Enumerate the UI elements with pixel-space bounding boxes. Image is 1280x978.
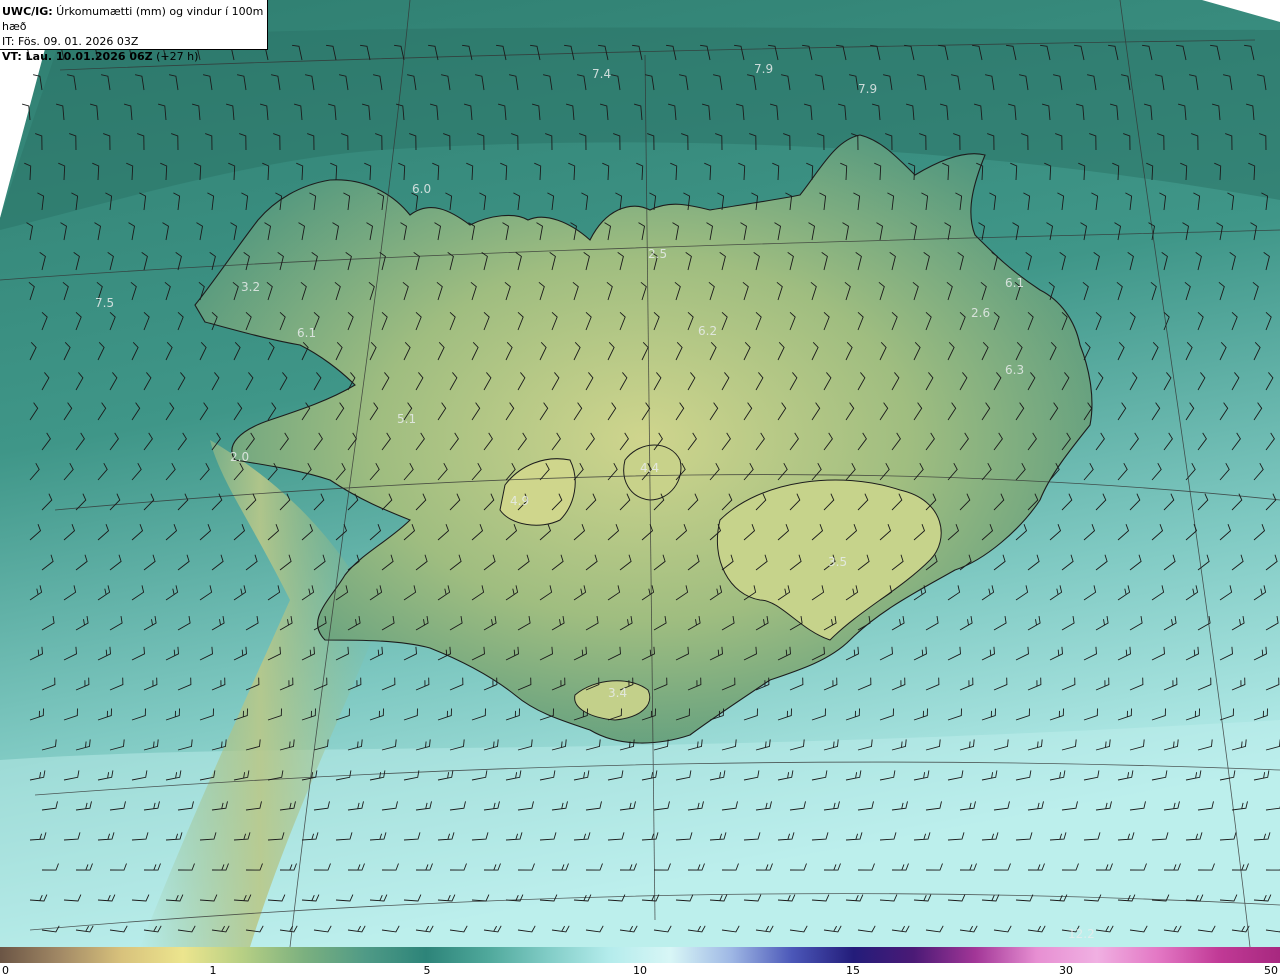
precipitation-wind-map: 7.4 7.9 7.9 6.0 2.5 3.2 7.5 6.1 6.2 6.1 … (0, 0, 1280, 947)
map-label: 2.6 (971, 306, 990, 320)
colorbar-strip (0, 947, 1280, 963)
title-line: UWC/IG: Úrkomumætti (mm) og vindur í 100… (2, 4, 267, 34)
map-label: 4.4 (640, 461, 659, 475)
colorbar-tick: 0 (2, 964, 9, 977)
map-label: 6.3 (1005, 363, 1024, 377)
valid-time-line: VT: Lau. 10.01.2026 06Z (+27 h) (2, 49, 267, 64)
colorbar-tick: 50 (1264, 964, 1278, 977)
colorbar-tick: 1 (209, 964, 217, 977)
map-label: 7.5 (95, 296, 114, 310)
map-label: 3.5 (828, 555, 847, 569)
forecast-offset: (+27 h) (152, 50, 199, 63)
map-header: UWC/IG: Úrkomumætti (mm) og vindur í 100… (0, 0, 268, 63)
map-label: 6.1 (1005, 276, 1024, 290)
initial-time: IT: Fös. 09. 01. 2026 03Z (2, 35, 139, 48)
colorbar-tick: 10 (633, 964, 647, 977)
map-label: 3.4 (608, 686, 627, 700)
colorbar-tick: 5 (423, 964, 431, 977)
map-label: 6.2 (698, 324, 717, 338)
map-label: 3.2 (241, 280, 260, 294)
colorbar: 0 1 5 10 15 30 50 (0, 947, 1280, 978)
model-name: UWC/IG: (2, 5, 53, 18)
colorbar-tick: 15 (846, 964, 860, 977)
map-label: 7.4 (592, 67, 611, 81)
map-label: 5.1 (397, 412, 416, 426)
map-label: 12.2 (1068, 927, 1095, 941)
map-label: 7.9 (754, 62, 773, 76)
map-label: 6.1 (297, 326, 316, 340)
map-label: 7.9 (858, 82, 877, 96)
map-label: 6.0 (412, 182, 431, 196)
map-label: 2.0 (230, 450, 249, 464)
map-label: 4.9 (510, 494, 529, 508)
map-label: 2.5 (648, 247, 667, 261)
valid-time: VT: Lau. 10.01.2026 06Z (2, 50, 153, 63)
colorbar-tick: 30 (1059, 964, 1073, 977)
